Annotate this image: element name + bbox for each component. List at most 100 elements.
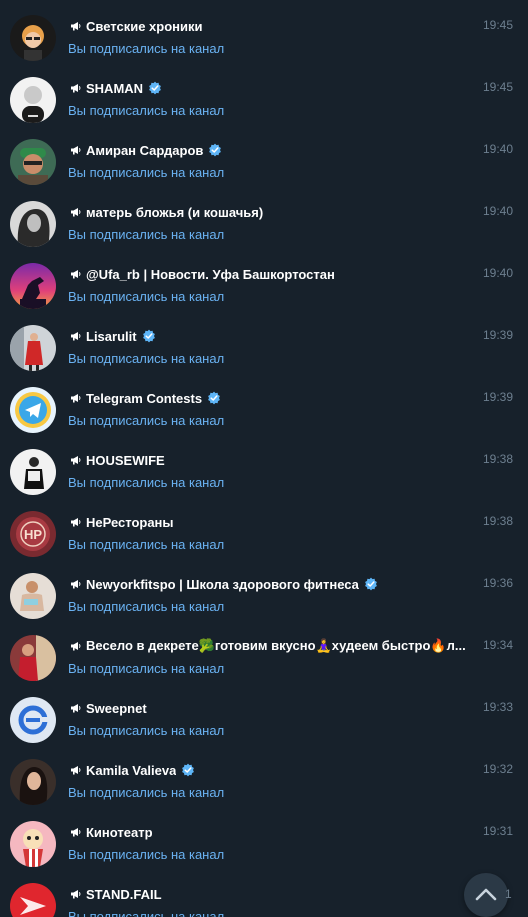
woman-red-avatar [10, 325, 56, 371]
chat-list-item[interactable]: Newyorkfitspo | Школа здорового фитнеса 1… [0, 558, 528, 620]
megaphone-icon [70, 764, 82, 776]
chevron-up-icon [475, 888, 497, 901]
chat-preview: Вы подписались на канал [68, 537, 225, 552]
chat-list-item[interactable]: Амиран Сардаров 19:40 Вы подписались на ка… [0, 124, 528, 186]
chat-list-item[interactable]: HOUSEWIFE 19:38 Вы подписались на канал [0, 434, 528, 496]
verified-badge-icon [148, 81, 162, 95]
chat-title-line: НеРестораны [70, 512, 478, 532]
chat-title: Lisarulit [86, 328, 137, 344]
megaphone-icon [70, 826, 82, 838]
chat-preview: Вы подписались на канал [68, 289, 225, 304]
chat-list-item[interactable]: STAND.FAIL Вы подписались на канал [0, 868, 528, 917]
chat-list-item[interactable]: @Ufa_rb | Новости. Уфа Башкортостан 19:40… [0, 248, 528, 310]
chat-title-line: Светские хроники [70, 16, 478, 36]
chat-preview: Вы подписались на канал [68, 475, 225, 490]
chat-title-line: SHAMAN [70, 78, 478, 98]
chat-title-line: Амиран Сардаров [70, 140, 478, 160]
woman-dark-hair-avatar [10, 759, 56, 805]
chat-preview: Вы подписались на канал [68, 351, 225, 366]
chat-preview: Вы подписались на канал [68, 847, 225, 862]
chat-title: STAND.FAIL [86, 886, 162, 902]
chat-list-item[interactable]: Весело в декрете🥦готовим вкусно🧘‍♀️худее… [0, 620, 528, 682]
scroll-up-button[interactable] [464, 873, 508, 917]
chat-list: Светские хроники 19:45 Вы подписались на к… [0, 0, 528, 917]
megaphone-icon [70, 640, 82, 652]
man-bw-avatar [10, 77, 56, 123]
chat-list-item[interactable]: Светские хроники 19:45 Вы подписались на к… [0, 0, 528, 62]
chat-preview: Вы подписались на канал [68, 41, 225, 56]
chat-time: 19:40 [482, 142, 513, 156]
megaphone-icon [70, 330, 82, 342]
chat-time: 19:39 [482, 328, 513, 342]
chat-time: 19:32 [482, 762, 513, 776]
chat-preview: Вы подписались на канал [68, 723, 225, 738]
chat-time: 19:45 [482, 18, 513, 32]
chat-list-item[interactable]: Кинотеатр 19:31 Вы подписались на канал [0, 806, 528, 868]
chat-title: HOUSEWIFE [86, 452, 165, 468]
chat-title-line: Lisarulit [70, 326, 478, 346]
chat-title: Амиран Сардаров [86, 142, 204, 158]
standfail-logo-avatar [10, 883, 56, 917]
verified-badge-icon [364, 577, 378, 591]
verified-badge-icon [181, 763, 195, 777]
megaphone-icon [70, 454, 82, 466]
woman-white-avatar [10, 449, 56, 495]
chat-title: матерь бложья (и кошачья) [86, 204, 264, 220]
chat-list-item[interactable]: Sweepnet 19:33 Вы подписались на канал [0, 682, 528, 744]
verified-badge-icon [207, 391, 221, 405]
verified-badge-icon [208, 143, 222, 157]
chat-title: НеРестораны [86, 514, 174, 530]
chat-title-line: Sweepnet [70, 698, 478, 718]
chat-title: Telegram Contests [86, 390, 203, 406]
megaphone-icon [70, 578, 82, 590]
chat-title: Весело в декрете🥦готовим вкусно🧘‍♀️худее… [86, 638, 466, 653]
chat-title: Sweepnet [86, 700, 147, 716]
woman-glasses-avatar [10, 15, 56, 61]
chat-time: 19:33 [482, 700, 513, 714]
chat-list-item[interactable]: матерь бложья (и кошачья) 19:40 Вы подписа… [0, 186, 528, 248]
chat-list-item[interactable]: НР НеРестораны 19:38 Вы подписались на кана… [0, 496, 528, 558]
woman-bw-avatar [10, 201, 56, 247]
megaphone-icon [70, 516, 82, 528]
megaphone-icon [70, 206, 82, 218]
chat-time: 19:40 [482, 204, 513, 218]
verified-badge-icon [142, 329, 156, 343]
chat-preview: Вы подписались на канал [68, 103, 225, 118]
chat-preview: Вы подписались на канал [68, 785, 225, 800]
svg-text:НР: НР [24, 527, 42, 542]
chat-title-line: Kamila Valieva [70, 760, 478, 780]
hp-logo-avatar: НР [10, 511, 56, 557]
megaphone-icon [70, 392, 82, 404]
chat-time: 19:39 [482, 390, 513, 404]
chat-time: 19:31 [482, 824, 513, 838]
chat-title-line: матерь бложья (и кошачья) [70, 202, 478, 222]
megaphone-icon [70, 20, 82, 32]
chat-preview: Вы подписались на канал [68, 165, 225, 180]
fitness-woman-avatar [10, 573, 56, 619]
megaphone-icon [70, 144, 82, 156]
chat-time: 19:45 [482, 80, 513, 94]
chat-title-line: STAND.FAIL [70, 884, 478, 904]
chat-time: 19:38 [482, 514, 513, 528]
chat-time: 19:38 [482, 452, 513, 466]
chat-title: @Ufa_rb | Новости. Уфа Башкортостан [86, 266, 335, 282]
chat-time: 19:36 [482, 576, 513, 590]
chat-title: Светские хроники [86, 18, 203, 34]
chat-title: SHAMAN [86, 80, 144, 96]
scroll-badge-count: 1 [505, 887, 512, 901]
chat-list-item[interactable]: Telegram Contests 19:39 Вы подписались на … [0, 372, 528, 434]
woman-red-dress-avatar [10, 635, 56, 681]
chat-time: 19:34 [482, 638, 513, 652]
chat-preview: Вы подписались на канал [68, 413, 225, 428]
chat-list-item[interactable]: Lisarulit 19:39 Вы подписались на канал [0, 310, 528, 372]
chat-title: Newyorkfitspo | Школа здорового фитнеса [86, 576, 359, 592]
cartoon-popcorn-avatar [10, 821, 56, 867]
chat-title-line: @Ufa_rb | Новости. Уфа Башкортостан [70, 264, 478, 284]
monument-sunset-avatar [10, 263, 56, 309]
chat-list-item[interactable]: SHAMAN 19:45 Вы подписались на канал [0, 62, 528, 124]
megaphone-icon [70, 888, 82, 900]
sweepnet-logo-avatar [10, 697, 56, 743]
chat-list-item[interactable]: Kamila Valieva 19:32 Вы подписались на кан… [0, 744, 528, 806]
chat-title-line: Newyorkfitspo | Школа здорового фитнеса [70, 574, 478, 594]
man-green-cap-avatar [10, 139, 56, 185]
